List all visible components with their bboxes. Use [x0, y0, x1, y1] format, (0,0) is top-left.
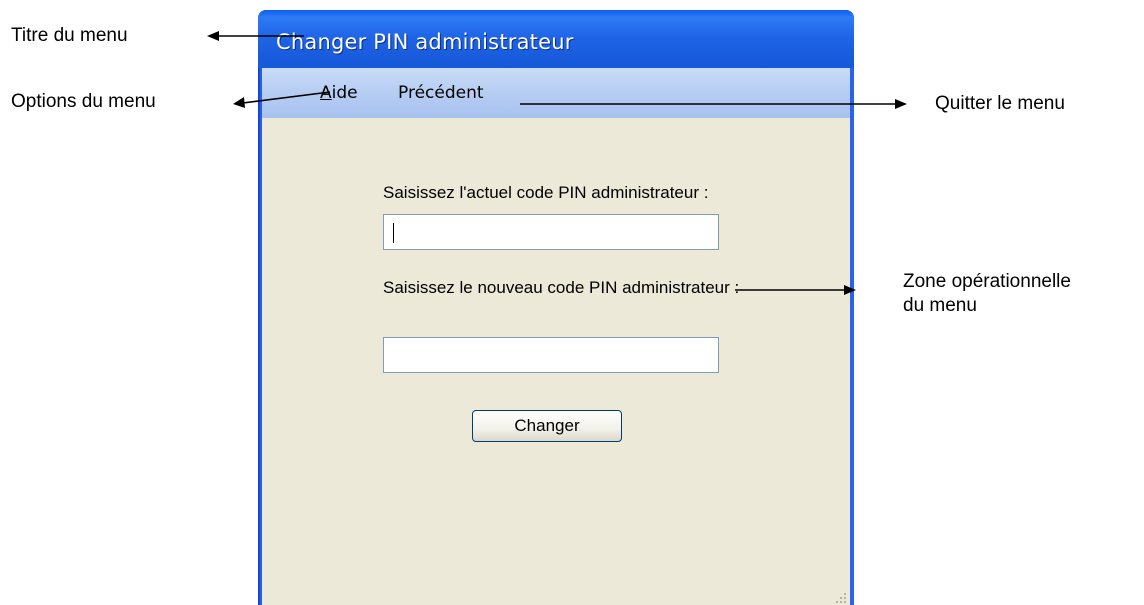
text-caret — [393, 223, 394, 243]
annotation-menu-options: Options du menu — [11, 91, 156, 112]
menu-item-back[interactable]: Précédent — [398, 83, 484, 103]
annotation-operational-zone-line2: du menu — [903, 295, 977, 316]
annotation-menu-title: Titre du menu — [11, 25, 128, 46]
current-pin-input[interactable] — [383, 214, 719, 250]
menu-item-help-accel: A — [320, 83, 332, 103]
window-title: Changer PIN administrateur — [276, 30, 574, 54]
new-pin-label: Saisissez le nouveau code PIN administra… — [383, 278, 740, 297]
change-button[interactable]: Changer — [472, 410, 622, 442]
annotation-operational-zone-line1: Zone opérationnelle — [903, 271, 1071, 292]
menu-item-help[interactable]: Aide — [320, 83, 358, 103]
menu-operational-zone: Saisissez l'actuel code PIN administrate… — [262, 118, 850, 605]
arrow-title-head — [207, 31, 219, 41]
pin-change-window: Changer PIN administrateur Aide Précéden… — [258, 10, 854, 605]
new-pin-input[interactable] — [383, 337, 719, 373]
annotation-exit-menu: Quitter le menu — [935, 93, 1065, 114]
resize-grip-icon[interactable] — [834, 591, 846, 603]
window-titlebar[interactable]: Changer PIN administrateur — [258, 10, 854, 68]
current-pin-label: Saisissez l'actuel code PIN administrate… — [383, 183, 709, 202]
arrow-options-head — [233, 97, 245, 108]
menu-bar: Aide Précédent — [262, 68, 850, 118]
menu-item-help-rest: ide — [331, 83, 358, 103]
arrow-exit-head — [895, 99, 907, 109]
annotation-operational-zone: Zone opérationnelle du menu — [903, 270, 1071, 318]
